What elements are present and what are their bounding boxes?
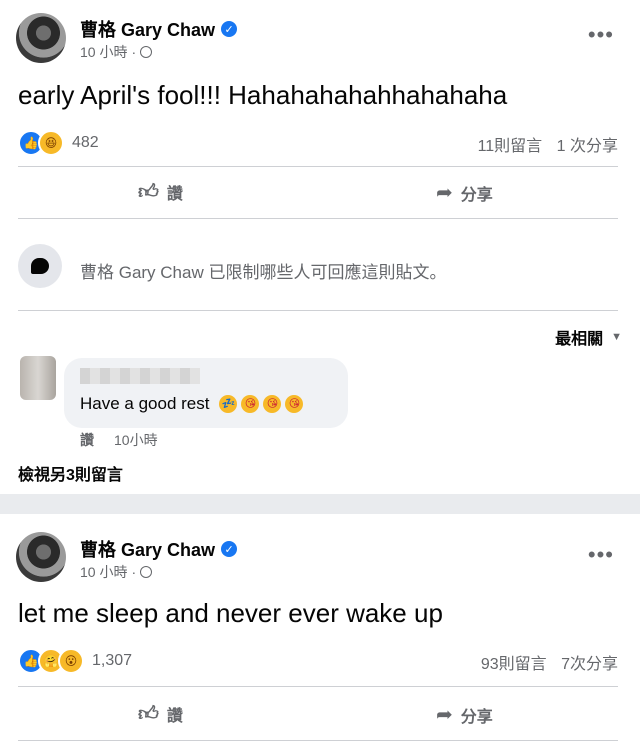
author-name-text[interactable]: 曹格 Gary Chaw: [80, 16, 215, 42]
like-button[interactable]: 👍︎ 讚: [138, 702, 183, 726]
share-count[interactable]: 1 次分享: [557, 138, 618, 155]
author-name-text[interactable]: 曹格 Gary Chaw: [80, 536, 215, 562]
comment-text: Have a good rest 💤 😘 😘 😘: [80, 394, 304, 414]
kissing-face-icon: 😘: [263, 395, 282, 413]
commenter-name-blurred[interactable]: [80, 368, 200, 384]
post-meta: 10 小時 ·: [80, 42, 153, 62]
comment-timestamp[interactable]: 10小時: [114, 430, 158, 450]
post-card: 曹格 Gary Chaw ✓ 10 小時 · ••• let me sleep …: [0, 514, 640, 748]
author-name[interactable]: 曹格 Gary Chaw ✓: [80, 16, 238, 42]
comment-text-body: Have a good rest: [80, 394, 210, 413]
like-label: 讚: [166, 708, 183, 725]
wow-reaction-icon: 😮: [58, 648, 84, 674]
comment-count[interactable]: 11則留言: [478, 138, 543, 155]
share-arrow-icon: ➦: [436, 704, 453, 726]
sleepy-face-icon: 💤: [219, 395, 238, 413]
share-count[interactable]: 7次分享: [561, 656, 618, 673]
comment-like-link[interactable]: 讚: [80, 430, 94, 450]
author-name[interactable]: 曹格 Gary Chaw ✓: [80, 536, 238, 562]
comment-count[interactable]: 93則留言: [481, 656, 547, 673]
like-thumb-icon: 👍︎: [138, 181, 159, 203]
meta-separator: ·: [131, 564, 137, 580]
more-options-icon[interactable]: •••: [588, 22, 614, 48]
divider: [18, 166, 618, 167]
divider: [18, 740, 618, 741]
reaction-count: 482: [72, 134, 99, 151]
restriction-notice: 曹格 Gary Chaw 已限制哪些人可回應這則貼文。: [80, 263, 447, 282]
sort-label: 最相關: [555, 331, 604, 348]
share-label: 分享: [460, 708, 493, 726]
like-label: 讚: [166, 186, 183, 203]
globe-icon: [140, 46, 153, 58]
divider: [18, 218, 618, 219]
share-button[interactable]: ➦ 分享: [436, 702, 493, 727]
author-avatar[interactable]: [16, 532, 66, 582]
post-text: let me sleep and never ever wake up: [18, 598, 443, 628]
author-avatar[interactable]: [16, 13, 66, 63]
share-button[interactable]: ➦ 分享: [436, 180, 493, 205]
post-meta: 10 小時 ·: [80, 562, 153, 582]
haha-reaction-icon: 😆: [38, 130, 64, 156]
reaction-summary[interactable]: 👍 😆 482: [18, 130, 99, 156]
divider: [18, 310, 618, 311]
verified-badge-icon: ✓: [221, 21, 238, 37]
share-arrow-icon: ➦: [436, 182, 453, 204]
engagement-stats: 11則留言 1 次分享: [478, 132, 618, 156]
post-text: early April's fool!!! Hahahahahahhahahah…: [18, 80, 508, 110]
verified-badge-icon: ✓: [221, 541, 238, 557]
comment-sort-dropdown[interactable]: 最相關 ▼: [555, 325, 622, 349]
view-more-comments[interactable]: 檢視另3則留言: [18, 461, 123, 485]
engagement-stats: 93則留言 7次分享: [481, 650, 618, 674]
restriction-icon-wrap: [18, 244, 62, 288]
like-thumb-icon: 👍︎: [138, 703, 159, 725]
share-label: 分享: [460, 186, 493, 204]
reaction-count: 1,307: [92, 652, 133, 669]
meta-separator: ·: [131, 44, 137, 60]
post-card: 曹格 Gary Chaw ✓ 10 小時 · ••• early April's…: [0, 0, 640, 494]
caret-down-icon: ▼: [611, 331, 622, 343]
divider: [18, 686, 618, 687]
more-options-icon[interactable]: •••: [588, 542, 614, 568]
post-timestamp[interactable]: 10 小時: [80, 562, 127, 582]
kissing-face-icon: 😘: [285, 395, 304, 413]
commenter-avatar[interactable]: [20, 356, 56, 400]
kissing-face-icon: 😘: [241, 395, 260, 413]
post-timestamp[interactable]: 10 小時: [80, 42, 127, 62]
comment-bubble-icon: [31, 258, 49, 274]
comment-meta: 讚 10小時: [80, 430, 158, 450]
globe-icon: [140, 566, 153, 578]
reaction-summary[interactable]: 👍 🤗 😮 1,307: [18, 648, 132, 674]
like-button[interactable]: 👍︎ 讚: [138, 180, 183, 204]
